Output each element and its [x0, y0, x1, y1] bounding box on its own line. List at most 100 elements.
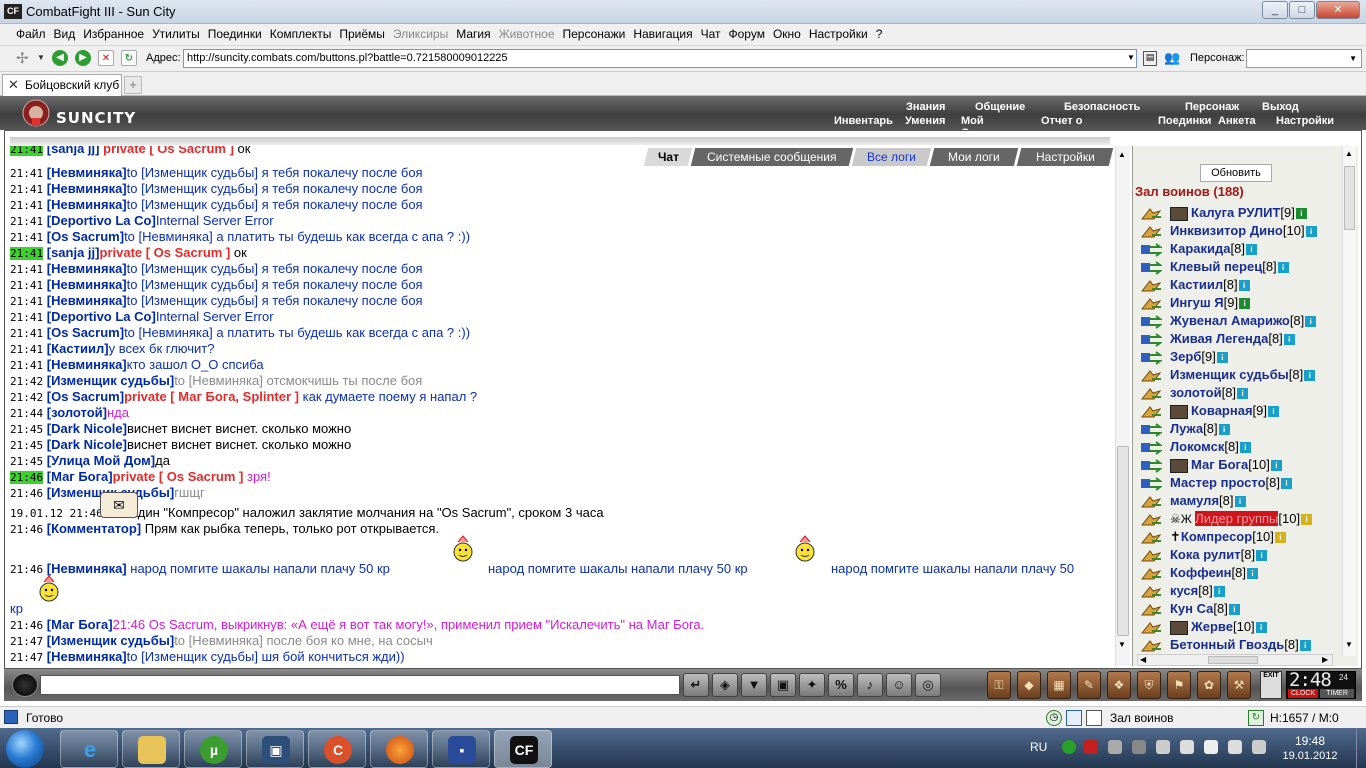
player-name[interactable]: Калуга РУЛИТ	[1191, 205, 1280, 220]
enter-icon[interactable]: ↵	[683, 673, 709, 697]
tray-clock[interactable]: 19:48 19.01.2012	[1280, 734, 1340, 764]
clock-status-icon[interactable]: ◷	[1046, 710, 1062, 726]
chat-nick[interactable]: [Невминяка]	[47, 197, 127, 212]
menu-item-11[interactable]: Навигация	[629, 24, 696, 41]
filter-icon[interactable]: ▼	[741, 673, 767, 697]
player-row[interactable]: Бетонный Гвоздь[8] i	[1140, 637, 1311, 655]
sub-menu-item-1[interactable]: Умения	[905, 115, 945, 127]
tab-fight-club[interactable]: ✕ Бойцовский клуб	[2, 74, 122, 96]
player-row[interactable]: мамуля[8] i	[1140, 493, 1246, 511]
player-name[interactable]: Мастер просто	[1170, 475, 1266, 490]
room-scroll-thumb[interactable]	[1344, 166, 1355, 230]
menu-item-16[interactable]: ?	[872, 24, 887, 41]
chat-tab-2[interactable]: Все логи	[851, 148, 932, 166]
room-scroll-up-icon[interactable]: ▲	[1345, 149, 1353, 158]
swap-arrows-icon[interactable]	[1140, 350, 1163, 365]
person-icon[interactable]: ✦	[799, 673, 825, 697]
menu-item-13[interactable]: Форум	[725, 24, 769, 41]
info-icon[interactable]: i	[1247, 568, 1258, 580]
pin-icon[interactable]: ✢	[16, 49, 29, 67]
player-row[interactable]: Живая Легенда[8] i	[1140, 331, 1295, 349]
chat-nick[interactable]: [Невминяка]	[47, 165, 127, 180]
chat-nick[interactable]: [Невминяка]	[47, 649, 127, 664]
lock-icon[interactable]: ⚿	[987, 671, 1011, 699]
tray-volume-icon[interactable]	[1156, 740, 1170, 754]
player-name[interactable]: Маг Бога	[1191, 457, 1248, 472]
player-row[interactable]: Локомск[8] i	[1140, 439, 1251, 457]
sub-menu-item-5[interactable]: Анкета	[1218, 115, 1256, 127]
fight-bag-icon[interactable]	[1140, 405, 1162, 419]
chat-nick[interactable]: [Os Sacrum]	[47, 229, 124, 244]
tray-flag-icon[interactable]	[1252, 740, 1266, 754]
player-name[interactable]: Клевый перец	[1170, 259, 1262, 274]
player-row[interactable]: Зерб[9] i	[1140, 349, 1228, 367]
info-icon[interactable]: i	[1270, 460, 1282, 472]
player-row[interactable]: ✝Компресор[10] i	[1140, 529, 1286, 547]
clock-label[interactable]: CLOCK	[1288, 689, 1318, 698]
menu-item-0[interactable]: Файл	[12, 24, 50, 41]
tray-battery-icon[interactable]	[1180, 740, 1194, 754]
player-name[interactable]: Компресор	[1181, 529, 1252, 544]
address-input[interactable]: http://suncity.combats.com/buttons.pl?ba…	[183, 49, 1137, 68]
chat-nick[interactable]: [Изменщик судьбы]	[47, 633, 174, 648]
player-name[interactable]: Коварная	[1191, 403, 1253, 418]
chat-nick[interactable]: [sanja jj]	[47, 245, 100, 260]
chat-nick[interactable]: [Кастиил]	[47, 341, 109, 356]
chat-nick[interactable]: [Изменщик судьбы]	[47, 373, 174, 388]
start-button[interactable]	[6, 730, 44, 768]
armor-icon[interactable]: ⛨	[1137, 671, 1161, 699]
chat-nick[interactable]: [Комментатор]	[47, 521, 141, 536]
swap-arrows-icon[interactable]	[1140, 422, 1163, 437]
music-icon[interactable]: ♪	[857, 673, 883, 697]
tray-shield-icon[interactable]	[1084, 740, 1098, 754]
room-scroll-down-icon[interactable]: ▼	[1345, 640, 1353, 649]
player-name[interactable]: золотой	[1170, 385, 1222, 400]
back-icon[interactable]: ◀	[52, 50, 68, 66]
fight-bag-icon[interactable]	[1140, 279, 1162, 293]
fight-bag-icon[interactable]	[1140, 513, 1162, 527]
player-row[interactable]: золотой[8] i	[1140, 385, 1249, 403]
info-icon[interactable]: i	[1239, 442, 1251, 454]
menu-item-4[interactable]: Поединки	[204, 24, 266, 41]
tray-network-icon[interactable]	[1204, 740, 1218, 754]
taskbar-explorer[interactable]	[122, 730, 180, 768]
sub-menu-item-6[interactable]: Настройки	[1276, 115, 1334, 127]
fight-bag-icon[interactable]	[1140, 531, 1162, 545]
menu-item-6[interactable]: Приёмы	[335, 24, 389, 41]
info-icon[interactable]: i	[1304, 370, 1316, 382]
info-icon[interactable]: i	[1213, 586, 1225, 598]
player-name[interactable]: Кока рулит	[1170, 547, 1241, 562]
player-row[interactable]: Коффеин[8] i	[1140, 565, 1258, 583]
sub-menu-item-0[interactable]: Инвентарь	[834, 115, 893, 127]
player-name[interactable]: Инквизитор Дино	[1170, 223, 1283, 238]
chat-tab-3[interactable]: Мои логи	[929, 148, 1019, 166]
swap-arrows-icon[interactable]	[1140, 458, 1163, 473]
hscroll-left-icon[interactable]: ◀	[1140, 655, 1146, 664]
info-icon[interactable]: i	[1234, 496, 1246, 508]
treasure-icon[interactable]: ▦	[1047, 671, 1071, 699]
percent-icon[interactable]: %	[828, 673, 854, 697]
refresh-icon[interactable]: ↻	[121, 50, 137, 66]
player-name[interactable]: Живая Легенда	[1170, 331, 1268, 346]
info-icon[interactable]: i	[1283, 334, 1295, 346]
player-row[interactable]: Кока рулит[8] i	[1140, 547, 1268, 565]
fight-bag-icon[interactable]	[1140, 387, 1162, 401]
window-status-icon[interactable]	[1066, 710, 1082, 726]
fight-bag-icon[interactable]	[1140, 567, 1162, 581]
hscroll-right-icon[interactable]: ▶	[1322, 655, 1328, 664]
taskbar-ie[interactable]: e	[60, 730, 118, 768]
top-menu-item-1[interactable]: Общение	[975, 101, 1025, 113]
menu-item-9[interactable]: Животное	[495, 24, 559, 41]
fight-bag-icon[interactable]	[1140, 585, 1162, 599]
info-icon[interactable]: i	[1245, 244, 1257, 256]
top-menu-item-2[interactable]: Безопасность	[1064, 101, 1140, 113]
player-name[interactable]: Жерве	[1191, 619, 1233, 634]
player-row[interactable]: Лужа[8] i	[1140, 421, 1230, 439]
tray-usb-icon[interactable]	[1108, 740, 1122, 754]
info-icon[interactable]: i	[1216, 352, 1228, 364]
swap-arrows-icon[interactable]	[1140, 314, 1163, 329]
player-row[interactable]: Коварная[9] i	[1140, 403, 1280, 421]
chat-input[interactable]	[40, 675, 680, 695]
player-row[interactable]: Мастер просто[8] i	[1140, 475, 1292, 493]
player-name[interactable]: Лидер группы	[1195, 511, 1279, 526]
